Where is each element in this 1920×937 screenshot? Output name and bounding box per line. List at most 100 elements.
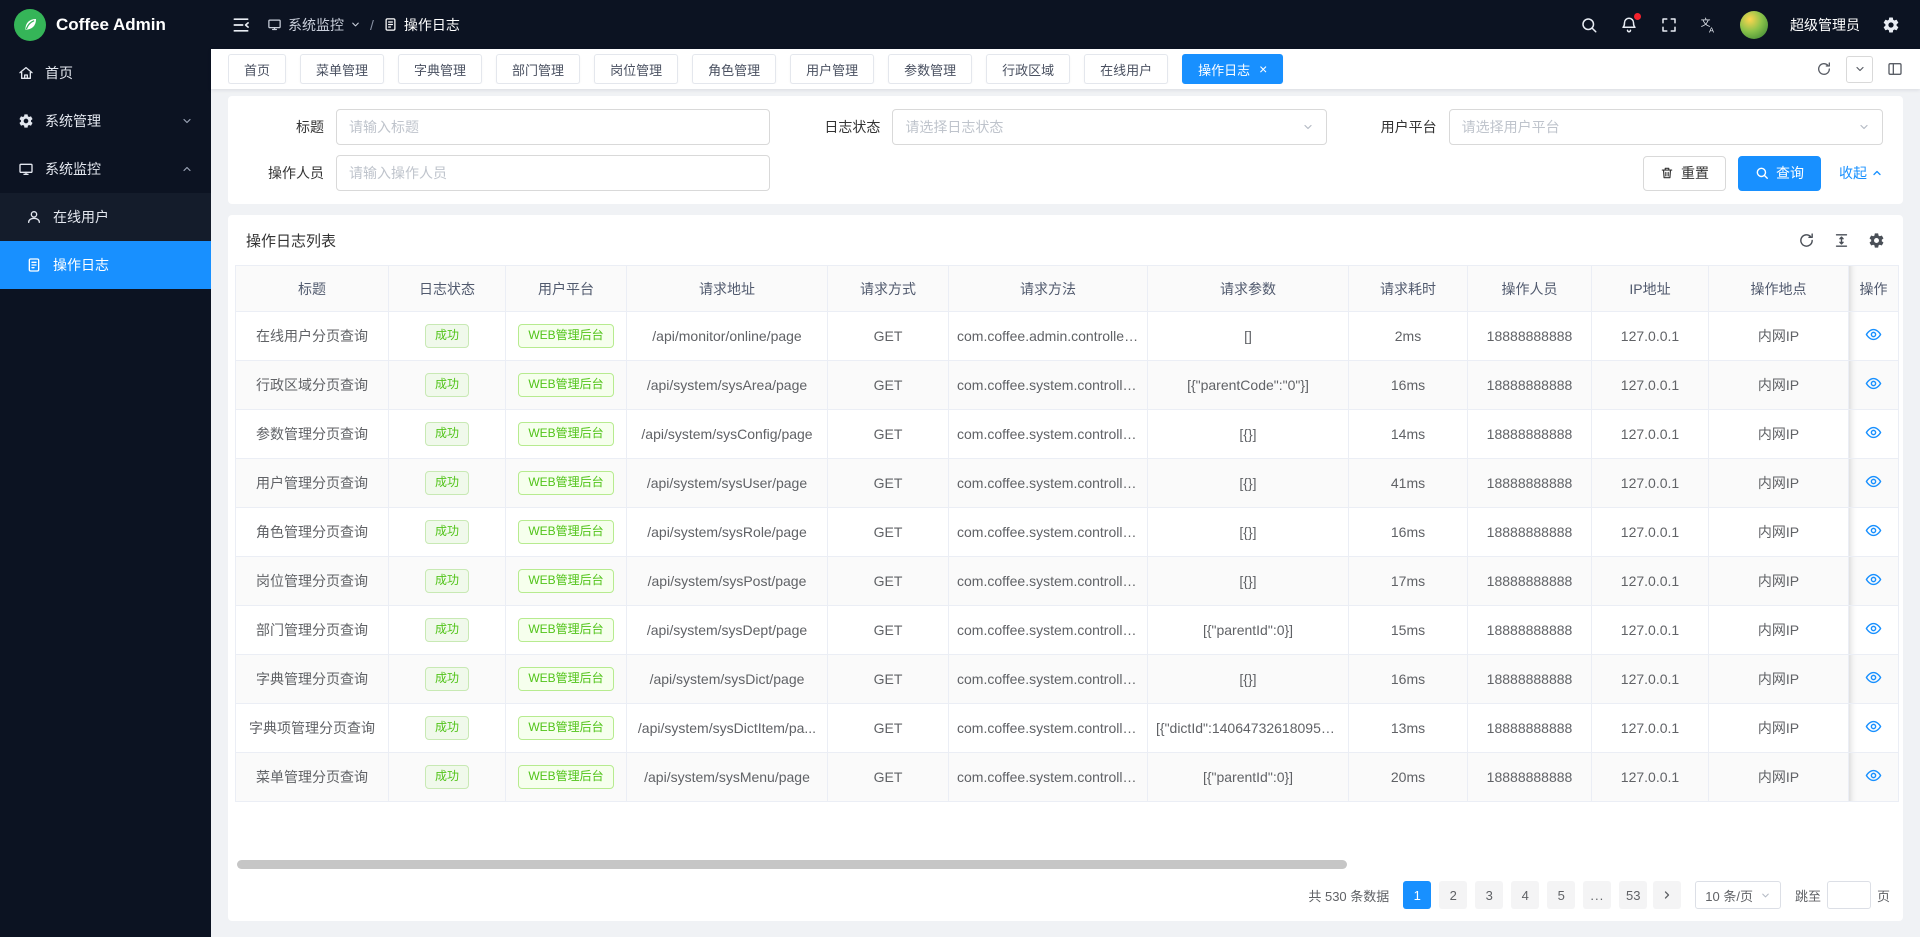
log-icon [383, 17, 398, 32]
view-detail-button[interactable] [1865, 473, 1882, 490]
cell-location: 内网IP [1709, 557, 1849, 606]
cell-method: GET [828, 410, 949, 459]
tabs-dropdown-button[interactable] [1846, 56, 1873, 83]
page-button-5[interactable]: 5 [1547, 881, 1575, 909]
cell-params: [{"parentId":0}] [1148, 753, 1349, 802]
tab-online[interactable]: 在线用户 [1084, 54, 1168, 84]
page-button-3[interactable]: 3 [1475, 881, 1503, 909]
cell-location: 内网IP [1709, 459, 1849, 508]
layout-icon[interactable] [1887, 61, 1903, 77]
page-button-1[interactable]: 1 [1403, 881, 1431, 909]
tab-dept[interactable]: 部门管理 [496, 54, 580, 84]
user-platform-label: 用户平台 [1361, 117, 1449, 137]
fullscreen-icon[interactable] [1660, 16, 1678, 34]
view-detail-button[interactable] [1865, 718, 1882, 735]
table-row: 字典管理分页查询成功WEB管理后台/api/system/sysDict/pag… [236, 655, 1899, 704]
page-size-select[interactable]: 10 条/页 [1695, 881, 1781, 909]
column-height-icon[interactable] [1833, 232, 1850, 249]
page-button-53[interactable]: 53 [1619, 881, 1647, 909]
view-detail-button[interactable] [1865, 571, 1882, 588]
notification-bell-icon[interactable] [1620, 16, 1638, 34]
cell-operator: 18888888888 [1468, 361, 1592, 410]
tab-user[interactable]: 用户管理 [790, 54, 874, 84]
platform-badge: WEB管理后台 [518, 667, 613, 691]
tab-menu[interactable]: 菜单管理 [300, 54, 384, 84]
tab-home[interactable]: 首页 [228, 54, 286, 84]
platform-badge: WEB管理后台 [518, 765, 613, 789]
next-page-button[interactable] [1653, 881, 1681, 909]
column-settings-gear-icon[interactable] [1868, 232, 1885, 249]
collapse-label: 收起 [1839, 163, 1867, 183]
operator-input[interactable] [336, 155, 770, 191]
user-platform-select[interactable]: 请选择用户平台 [1449, 109, 1883, 145]
chevron-down-icon [1302, 121, 1314, 133]
tab-post[interactable]: 岗位管理 [594, 54, 678, 84]
tab-area[interactable]: 行政区域 [986, 54, 1070, 84]
view-detail-button[interactable] [1865, 522, 1882, 539]
view-detail-button[interactable] [1865, 424, 1882, 441]
tab-label: 部门管理 [512, 60, 564, 79]
title-input[interactable] [336, 109, 770, 145]
view-detail-button[interactable] [1865, 375, 1882, 392]
cell-params: [{}] [1148, 508, 1349, 557]
sidebar-item-system-monitor[interactable]: 系统监控 [0, 145, 211, 193]
platform-badge: WEB管理后台 [518, 716, 613, 740]
menu-fold-icon[interactable] [231, 15, 251, 35]
breadcrumb-item-monitor[interactable]: 系统监控 [267, 15, 361, 35]
tab-role[interactable]: 角色管理 [692, 54, 776, 84]
sidebar-item-operation-log[interactable]: 操作日志 [0, 241, 211, 289]
gear-icon [18, 113, 34, 129]
view-detail-button[interactable] [1865, 620, 1882, 637]
field-log-status: 日志状态 请选择日志状态 [804, 109, 1326, 145]
settings-gear-icon[interactable] [1882, 16, 1900, 34]
log-status-select[interactable]: 请选择日志状态 [892, 109, 1326, 145]
collapse-toggle[interactable]: 收起 [1839, 163, 1883, 183]
view-detail-button[interactable] [1865, 669, 1882, 686]
search-icon[interactable] [1580, 16, 1598, 34]
chevron-up-icon [181, 163, 193, 175]
table-row: 用户管理分页查询成功WEB管理后台/api/system/sysUser/pag… [236, 459, 1899, 508]
cell-duration: 20ms [1349, 753, 1468, 802]
status-badge: 成功 [425, 373, 469, 397]
sidebar-item-label: 操作日志 [53, 255, 109, 275]
view-detail-button[interactable] [1865, 767, 1882, 784]
sidebar-item-online-users[interactable]: 在线用户 [0, 193, 211, 241]
refresh-icon[interactable] [1798, 232, 1815, 249]
refresh-icon[interactable] [1816, 61, 1832, 77]
user-name[interactable]: 超级管理员 [1790, 15, 1860, 35]
coffee-leaf-icon [14, 9, 46, 41]
title-label: 标题 [248, 117, 336, 137]
cell-url: /api/system/sysRole/page [627, 508, 828, 557]
eye-icon [1865, 620, 1882, 637]
user-avatar[interactable] [1740, 11, 1768, 39]
breadcrumb: 系统监控 / 操作日志 [267, 15, 460, 35]
view-detail-button[interactable] [1865, 326, 1882, 343]
doc-icon [26, 257, 42, 273]
trash-icon [1660, 166, 1674, 180]
breadcrumb-separator: / [370, 17, 374, 33]
translate-icon[interactable]: 文A [1700, 16, 1718, 34]
jump-page-input[interactable] [1827, 881, 1871, 909]
reset-button[interactable]: 重置 [1643, 156, 1726, 191]
home-icon [18, 65, 34, 81]
tab-close-icon[interactable]: × [1259, 62, 1267, 76]
tab-dict[interactable]: 字典管理 [398, 54, 482, 84]
cell-method: GET [828, 312, 949, 361]
cell-duration: 16ms [1349, 655, 1468, 704]
cell-func: com.coffee.system.controlle... [949, 606, 1148, 655]
cell-method: GET [828, 459, 949, 508]
cell-location: 内网IP [1709, 655, 1849, 704]
cell-action [1849, 312, 1899, 361]
page-button-4[interactable]: 4 [1511, 881, 1539, 909]
eye-icon [1865, 424, 1882, 441]
tab-log[interactable]: 操作日志× [1182, 54, 1283, 84]
sidebar-item-home[interactable]: 首页 [0, 49, 211, 97]
tab-config[interactable]: 参数管理 [888, 54, 972, 84]
scrollbar-thumb[interactable] [237, 860, 1347, 869]
cell-title: 菜单管理分页查询 [236, 753, 389, 802]
search-button[interactable]: 查询 [1738, 156, 1821, 191]
page-button-2[interactable]: 2 [1439, 881, 1467, 909]
sidebar-item-system-management[interactable]: 系统管理 [0, 97, 211, 145]
cell-func: com.coffee.system.controlle... [949, 459, 1148, 508]
reset-label: 重置 [1681, 163, 1709, 183]
